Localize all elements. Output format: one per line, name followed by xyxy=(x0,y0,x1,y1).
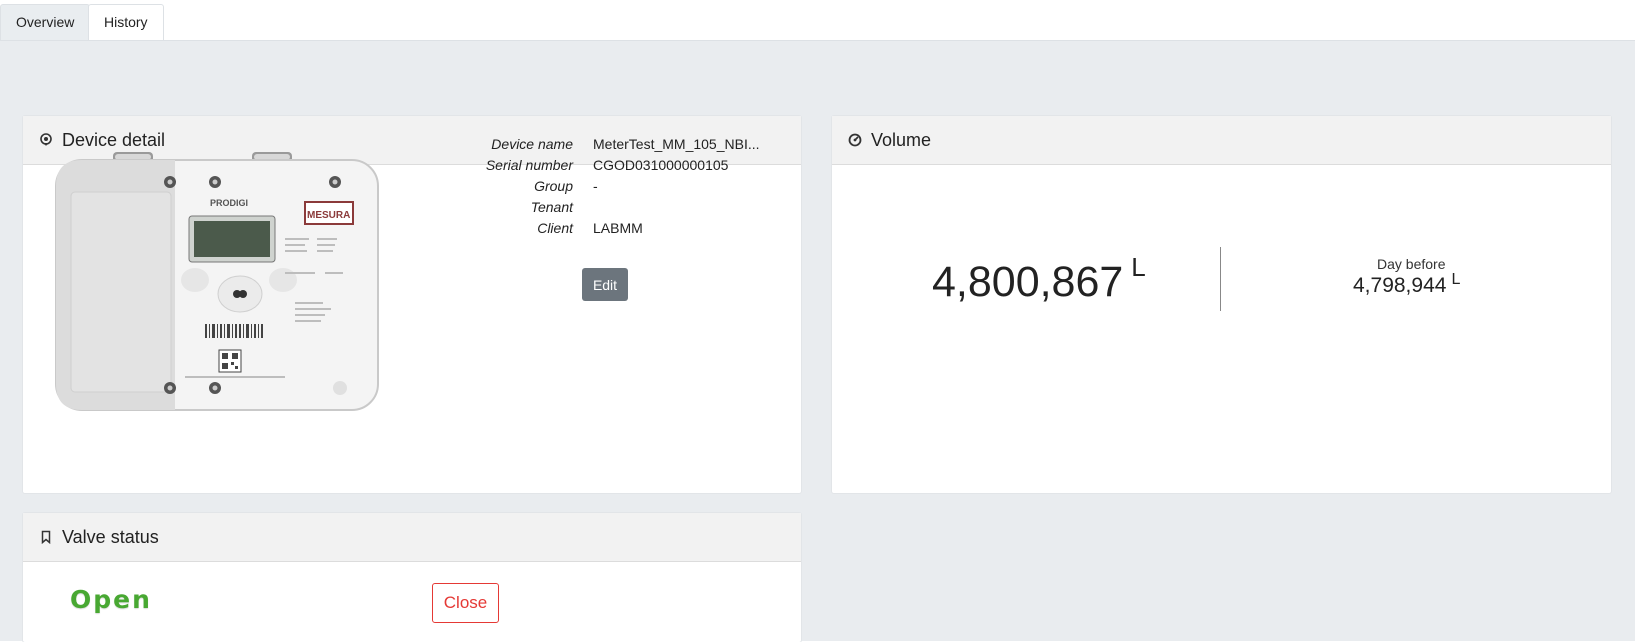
valve-status-header: Valve status xyxy=(23,513,801,562)
tab-bar: Overview History xyxy=(0,0,1635,40)
volume-header: Volume xyxy=(832,116,1611,165)
current-volume-unit: L xyxy=(1131,252,1146,282)
previous-volume-unit: L xyxy=(1451,271,1461,288)
field-label: Client xyxy=(537,220,573,236)
valve-status-text: Open xyxy=(70,585,152,614)
field-label: Group xyxy=(534,178,573,194)
field-row: Serial number CGOD031000000105 xyxy=(423,157,783,178)
current-volume-value: 4,800,867 xyxy=(932,258,1124,306)
previous-volume-value: 4,798,944 xyxy=(1353,274,1447,297)
field-label: Tenant xyxy=(530,199,573,215)
valve-status-title: Valve status xyxy=(62,526,159,547)
field-label: Device name xyxy=(491,136,573,152)
field-label: Serial number xyxy=(485,157,573,173)
device-fields: Device name MeterTest_MM_105_NBI... Seri… xyxy=(423,136,783,241)
meter-device-image: PRODIGI MESURA xyxy=(55,152,379,411)
volume-card: Volume 4,800,867 L Day before 4,798,944 L xyxy=(832,116,1611,493)
volume-divider xyxy=(1220,247,1221,311)
device-detail-title: Device detail xyxy=(62,129,166,150)
meter-brand-text: PRODIGI xyxy=(210,198,248,208)
field-row: Tenant xyxy=(423,199,783,220)
field-value: LABMM xyxy=(593,220,643,236)
field-value: MeterTest_MM_105_NBI... xyxy=(593,136,760,152)
previous-volume-label: Day before xyxy=(1377,256,1446,272)
meter-logo-text: MESURA xyxy=(307,210,350,221)
field-value: CGOD031000000105 xyxy=(593,157,729,173)
gauge-icon xyxy=(848,133,862,147)
main-content: Device detail PRODIGI MESURA Device name… xyxy=(0,40,1635,642)
bookmark-icon xyxy=(41,530,51,544)
field-value: - xyxy=(593,178,598,194)
field-row: Device name MeterTest_MM_105_NBI... xyxy=(423,136,783,157)
previous-volume: 4,798,944 L xyxy=(1353,271,1461,298)
valve-status-card: Valve status Open Close xyxy=(23,513,801,642)
tab-history[interactable]: History xyxy=(88,4,164,40)
close-valve-button[interactable]: Close xyxy=(432,583,499,623)
device-detail-card: Device detail PRODIGI MESURA Device name… xyxy=(23,116,801,493)
tab-overview[interactable]: Overview xyxy=(0,4,91,40)
location-pin-icon xyxy=(40,133,52,146)
field-row: Group - xyxy=(423,178,783,199)
volume-title: Volume xyxy=(871,129,932,150)
field-row: Client LABMM xyxy=(423,220,783,241)
edit-button[interactable]: Edit xyxy=(582,268,628,301)
current-volume: 4,800,867 L xyxy=(932,252,1146,307)
